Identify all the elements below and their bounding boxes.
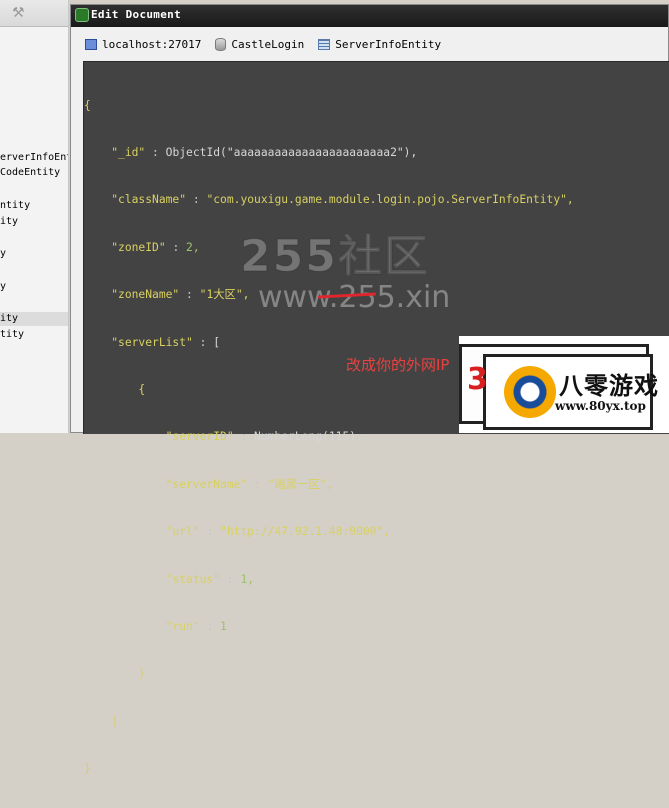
database-label: CastleLogin — [231, 37, 305, 51]
json-value: 2, — [186, 240, 200, 254]
tree-item[interactable]: y — [0, 280, 68, 294]
json-sep: : — [186, 193, 207, 207]
json-key: "className" — [111, 193, 187, 207]
collection-tree-panel: ⚒ erverInfoEnt CodeEntity ntity ity y y … — [0, 0, 69, 433]
json-key: "zoneID" — [111, 240, 166, 254]
breadcrumb-host: localhost:27017 — [85, 38, 201, 51]
breadcrumb-database: CastleLogin — [215, 37, 305, 51]
watermark-text: 255社区 — [240, 231, 430, 283]
json-sep: : — [145, 145, 166, 159]
json-item-close: } — [138, 667, 146, 681]
json-code[interactable]: { "_id" : ObjectId("aaaaaaaaaaaaaaaaaaaa… — [84, 66, 574, 808]
json-open-brace: { — [84, 98, 91, 112]
dialog-title: Edit Document — [91, 8, 181, 21]
json-sep: : — [179, 288, 200, 302]
json-value: 1, — [240, 572, 255, 586]
database-icon — [215, 37, 227, 51]
tree-item[interactable]: erverInfoEnt — [0, 151, 68, 165]
json-key: "url" — [165, 525, 200, 539]
json-sep: : — [199, 619, 221, 633]
json-value: 1 — [220, 619, 227, 633]
tree-item[interactable]: ntity — [0, 199, 68, 213]
tree-item[interactable]: y — [0, 247, 68, 261]
json-key: "zoneName" — [111, 288, 180, 302]
json-sep: : — [192, 335, 214, 349]
site-logo: 3 八零游戏 www.80yx.top — [459, 336, 669, 433]
logo-name: 八零游戏 — [559, 372, 659, 400]
json-key: "serverID" — [165, 430, 234, 444]
monitor-icon — [85, 38, 97, 50]
json-array-close: ] — [111, 714, 119, 728]
host-label: localhost:27017 — [102, 37, 202, 51]
json-key: "serverList" — [111, 335, 193, 349]
json-value: ObjectId("aaaaaaaaaaaaaaaaaaaaaaa2"), — [165, 145, 418, 159]
json-value: "暗黑一区", — [267, 477, 334, 491]
json-key: "status" — [165, 572, 221, 586]
wrench-icon[interactable]: ⚒ — [12, 4, 34, 22]
logo-digit: 3 — [467, 362, 488, 397]
tree-item[interactable]: ity — [0, 215, 68, 229]
json-value: "1大区", — [199, 288, 250, 302]
json-sep: : — [233, 430, 255, 444]
left-toolbar: ⚒ — [0, 0, 68, 27]
json-array-open: [ — [213, 335, 221, 349]
tree-item[interactable]: tity — [0, 328, 68, 342]
tree-item[interactable]: CodeEntity — [0, 166, 68, 180]
breadcrumb-collection: ServerInfoEntity — [318, 38, 441, 51]
app-leaf-icon — [75, 8, 89, 22]
swirl-logo-icon — [504, 366, 556, 418]
logo-url: www.80yx.top — [555, 399, 646, 413]
json-sep: : — [165, 240, 187, 254]
breadcrumb: localhost:27017 CastleLogin ServerInfoEn… — [71, 31, 668, 57]
json-value: "com.youxigu.game.module.login.pojo.Serv… — [206, 193, 574, 207]
json-key: "serverName" — [165, 477, 248, 491]
json-value: "http://47.92.1.48:9000", — [220, 525, 391, 539]
json-key: "run" — [165, 619, 200, 633]
collection-label: ServerInfoEntity — [335, 37, 442, 51]
json-sep: : — [220, 572, 241, 586]
json-value: NumberLong(115), — [254, 430, 363, 444]
dialog-titlebar[interactable]: Edit Document — [71, 5, 668, 27]
json-close-brace: } — [84, 762, 91, 776]
json-item-open: { — [138, 382, 146, 396]
json-sep: : — [199, 525, 221, 539]
annotation-note: 改成你的外网IP — [346, 356, 450, 374]
watermark-url: www.255.xin — [258, 280, 451, 315]
json-sep: : — [247, 477, 268, 491]
json-key: "_id" — [111, 145, 146, 159]
table-icon — [318, 38, 331, 50]
tree-item-selected[interactable]: ity — [0, 312, 68, 326]
